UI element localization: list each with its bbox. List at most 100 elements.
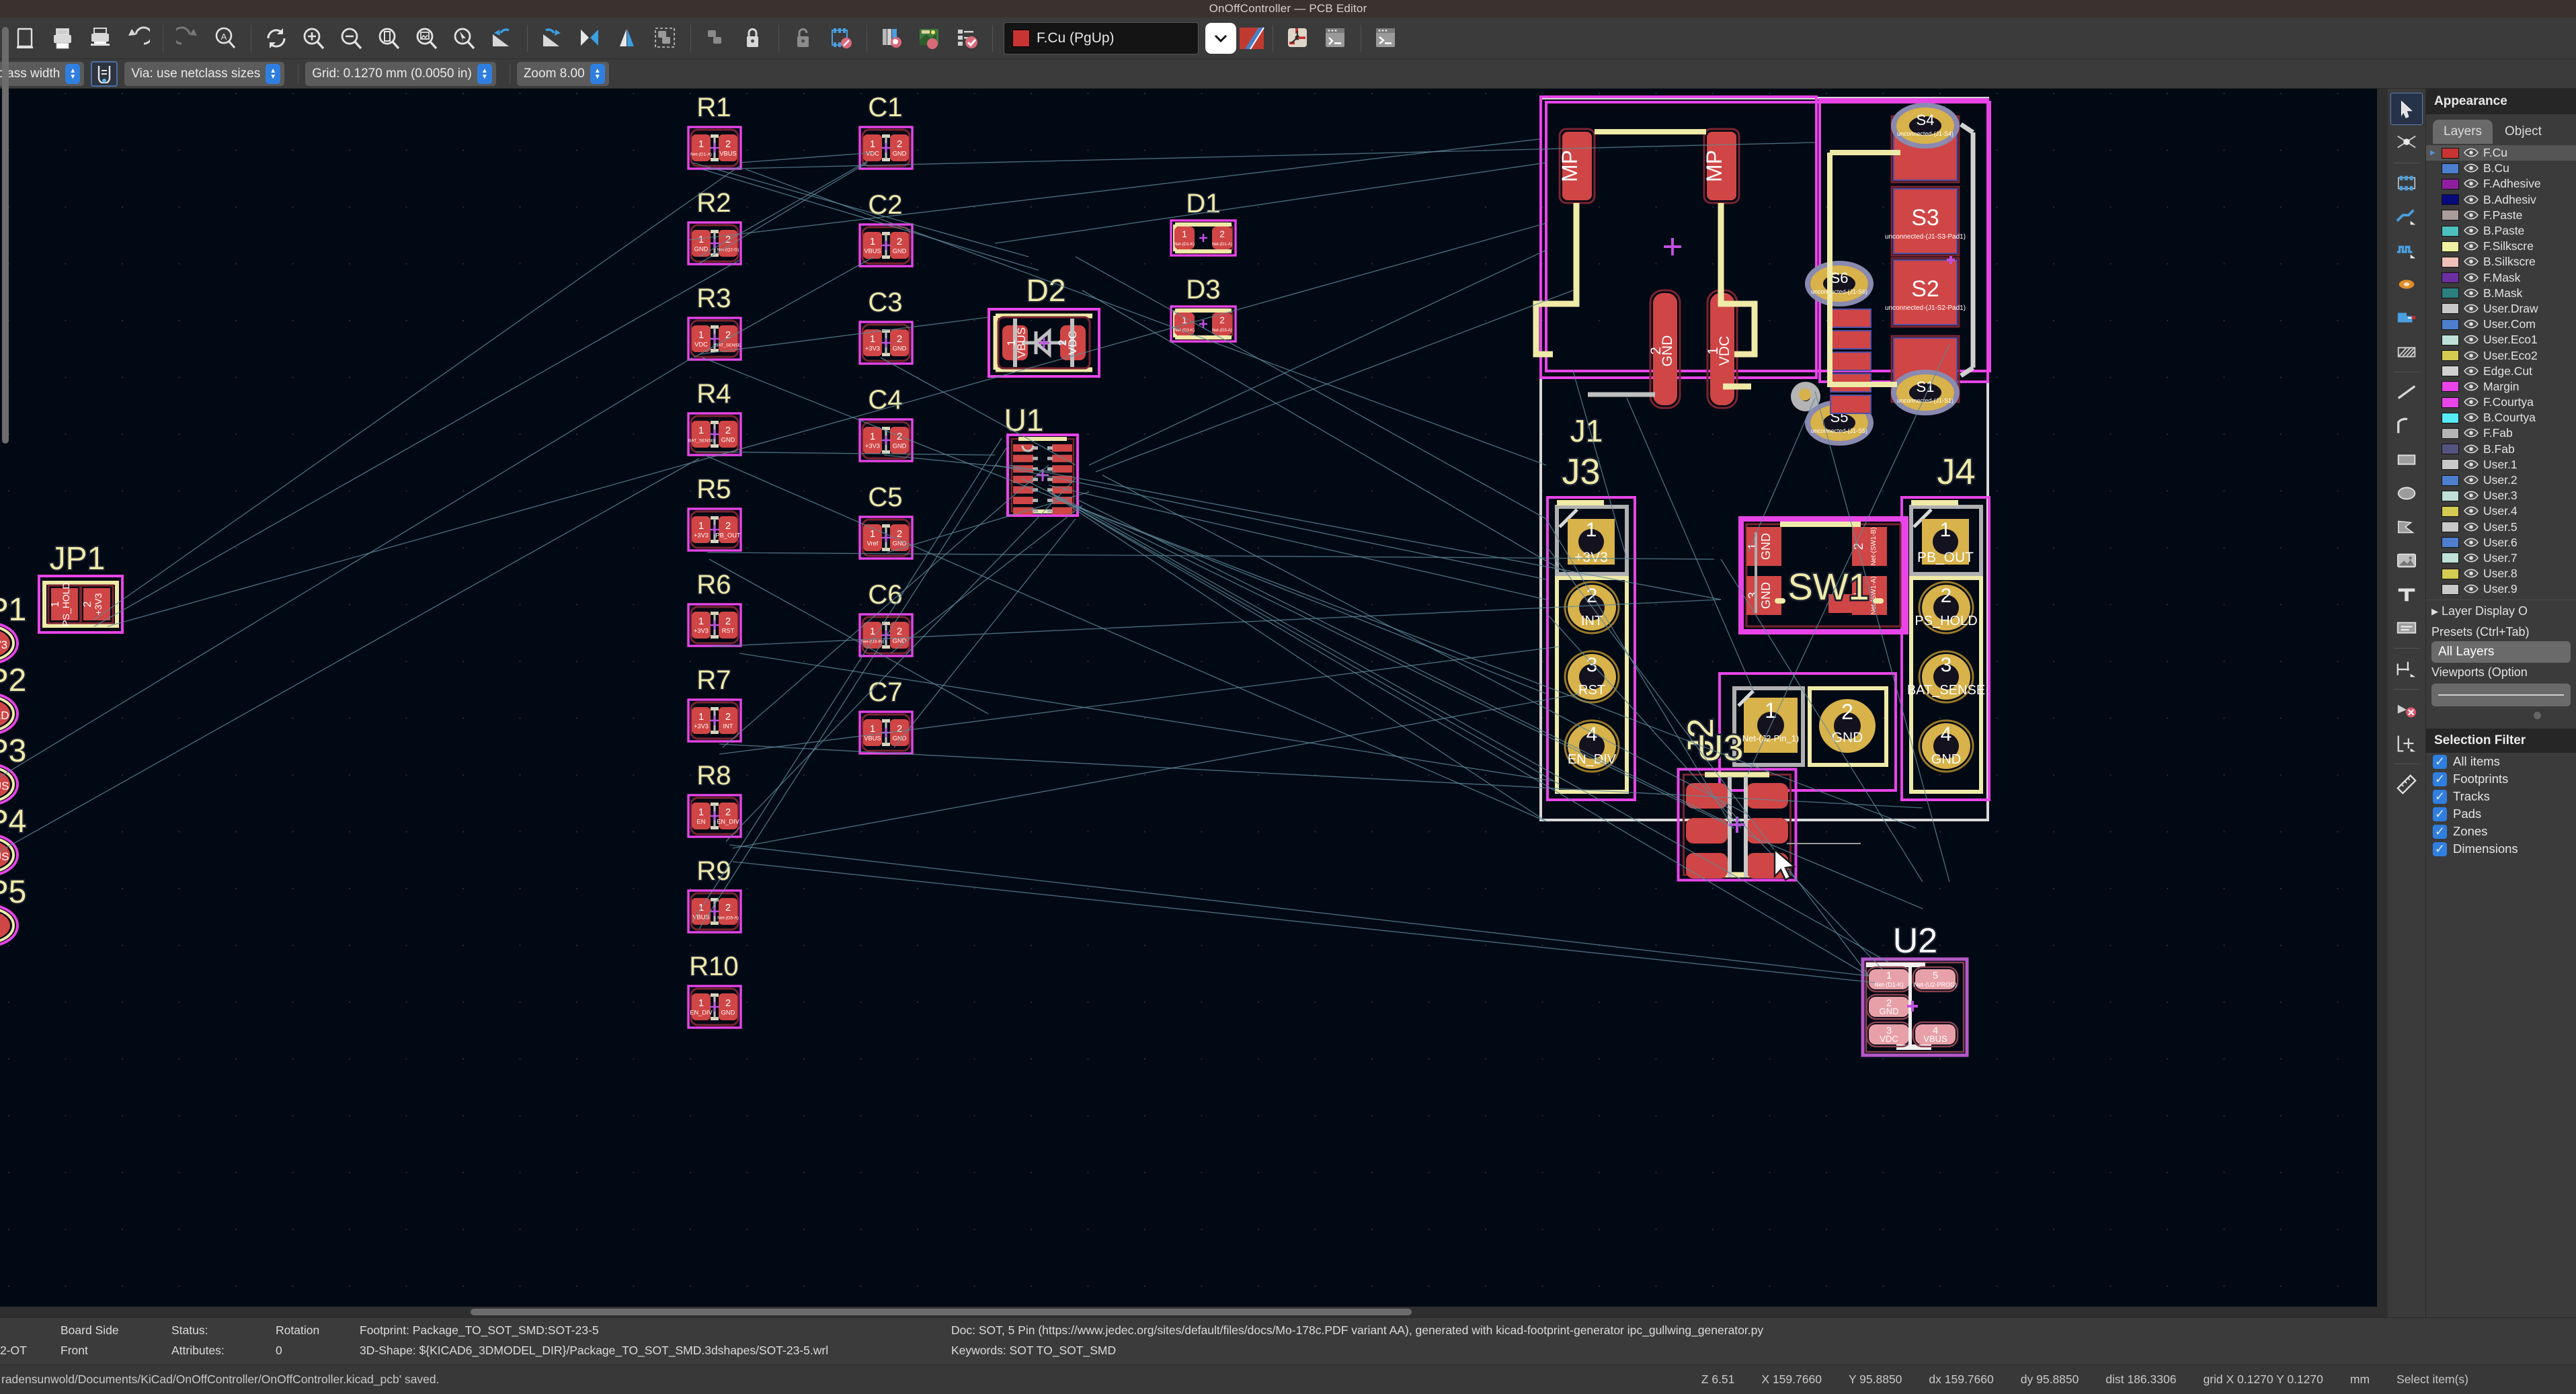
layer-row-margin[interactable]: Margin <box>2426 379 2576 395</box>
layer-color-swatch[interactable] <box>2442 583 2459 595</box>
eye-icon[interactable] <box>2464 351 2479 361</box>
canvas-vscroll-thumb[interactable] <box>2 27 9 444</box>
layer-row-b-silkscre[interactable]: B.Silkscre <box>2426 254 2576 270</box>
net-inspector-icon[interactable] <box>1318 20 1354 56</box>
redo-icon[interactable] <box>170 20 206 56</box>
footprint-JP1[interactable]: 1 PS_HOLD 2 +3V3 JP1 <box>38 540 124 634</box>
route-diffpair-tool[interactable] <box>2390 235 2423 267</box>
layer-display-options-toggle[interactable]: ▶ Layer Display O <box>2426 600 2576 622</box>
layer-color-swatch[interactable] <box>2442 568 2459 579</box>
active-layer-selector[interactable]: F.Cu (PgUp) <box>1004 22 1199 54</box>
via-size-spinner[interactable]: ▲ ▼ <box>266 63 281 84</box>
eye-icon[interactable] <box>2464 179 2479 189</box>
drc-icon[interactable] <box>949 20 985 56</box>
footprint-R2[interactable]: 1GND2Net-(Q2-G)R2 <box>687 187 742 265</box>
eye-icon[interactable] <box>2464 163 2479 173</box>
checkbox-zones[interactable]: ✓ <box>2433 824 2447 839</box>
checkbox-all-items[interactable]: ✓ <box>2433 754 2447 769</box>
footprint-P4[interactable]: BUS P4 <box>0 803 28 875</box>
eye-icon[interactable] <box>2464 210 2479 220</box>
layer-row-b-courtya[interactable]: B.Courtya <box>2426 410 2576 425</box>
grid-selector[interactable]: Grid: 0.1270 mm (0.0050 in) ▲ ▼ <box>305 61 496 86</box>
layer-row-user-draw[interactable]: User.Draw <box>2426 301 2576 317</box>
layer-row-b-paste[interactable]: B.Paste <box>2426 223 2576 239</box>
zoom-fit-page-icon[interactable] <box>371 20 407 56</box>
add-text-tool[interactable] <box>2390 578 2423 610</box>
select-tool[interactable] <box>2390 93 2423 125</box>
layer-row-user-1[interactable]: User.1 <box>2426 457 2576 473</box>
layer-row-user-com[interactable]: User.Com <box>2426 317 2576 332</box>
draw-arc-tool[interactable] <box>2390 410 2423 442</box>
flip-horizontal-icon[interactable] <box>572 20 608 56</box>
layer-color-swatch[interactable] <box>2442 194 2459 206</box>
eye-icon[interactable] <box>2464 304 2479 314</box>
footprint-R10[interactable]: 1EN_DIV 2GND R10 <box>687 950 742 1029</box>
footprint-R1[interactable]: 1 Net-(D1-A) 2VBUS R1 <box>687 91 742 170</box>
draw-circle-tool[interactable] <box>2390 477 2423 509</box>
footprint-P2[interactable]: OLD P2 <box>0 661 28 734</box>
footprint-P5[interactable]: P5 <box>0 873 28 946</box>
eye-icon[interactable] <box>2464 397 2479 407</box>
footprint-C6[interactable]: 1Net-(U3-IN)2GNDC6 <box>858 579 914 657</box>
eye-icon[interactable] <box>2464 444 2479 454</box>
layer-color-swatch[interactable] <box>2442 288 2459 299</box>
rotate-cw-icon[interactable] <box>534 20 571 56</box>
filter-row-all-items[interactable]: ✓ All items <box>2426 753 2576 770</box>
footprint-D2[interactable]: 1VBUS 2VDCD2 <box>988 272 1100 378</box>
tab-layers[interactable]: Layers <box>2433 120 2493 144</box>
eye-icon[interactable] <box>2464 148 2479 158</box>
draw-polygon-tool[interactable] <box>2390 511 2423 543</box>
layer-row-f-mask[interactable]: F.Mask <box>2426 270 2576 286</box>
print-icon[interactable] <box>44 20 81 56</box>
layer-row-user-eco2[interactable]: User.Eco2 <box>2426 347 2576 363</box>
layer-row-user-5[interactable]: User.5 <box>2426 520 2576 535</box>
ungroup-icon[interactable] <box>698 20 734 56</box>
zoom-spinner[interactable]: ▲ ▼ <box>590 63 605 84</box>
layer-row-b-mask[interactable]: B.Mask <box>2426 286 2576 301</box>
unlock-icon[interactable] <box>786 20 822 56</box>
footprint-R7[interactable]: 1+3V3 2INT R7 <box>687 664 742 743</box>
add-rule-area-tool[interactable] <box>2390 335 2423 368</box>
layer-row-user-6[interactable]: User.6 <box>2426 535 2576 550</box>
filter-row-tracks[interactable]: ✓ Tracks <box>2426 788 2576 805</box>
add-image-tool[interactable] <box>2390 544 2423 577</box>
layer-row-user-8[interactable]: User.8 <box>2426 566 2576 581</box>
zoom-selector[interactable]: Zoom 8.00 ▲ ▼ <box>516 61 609 86</box>
silk-J4[interactable]: J4 <box>1935 450 1977 494</box>
zoom-selection-icon[interactable] <box>446 20 483 56</box>
draw-line-tool[interactable] <box>2390 376 2423 409</box>
footprint-library-icon[interactable] <box>874 20 910 56</box>
grid-spinner[interactable]: ▲ ▼ <box>477 63 492 84</box>
footprint-R3[interactable]: 1VDC2BAT_SENSER3 <box>687 282 742 361</box>
layer-color-swatch[interactable] <box>2442 178 2459 190</box>
layer-row-f-fab[interactable]: F.Fab <box>2426 425 2576 441</box>
zoom-out-icon[interactable] <box>333 20 370 56</box>
footprint-R4[interactable]: 1 BAT_SENSE 2GND R4 <box>687 378 742 456</box>
footprint-D3[interactable]: 1Net-(D3-K)2Net-(D3-A)D3 <box>1170 274 1237 343</box>
eye-icon[interactable] <box>2464 413 2479 423</box>
footprint-R9[interactable]: 1VBUS2Net-(D5-A)R9 <box>687 855 742 934</box>
layer-row-f-silkscre[interactable]: F.Silkscre <box>2426 239 2576 254</box>
eye-icon[interactable] <box>2464 584 2479 594</box>
eye-icon[interactable] <box>2464 382 2479 392</box>
footprint-editor-icon[interactable] <box>823 20 860 56</box>
eye-icon[interactable] <box>2464 475 2479 485</box>
eye-icon[interactable] <box>2464 319 2479 329</box>
layer-color-swatch[interactable] <box>2442 225 2459 237</box>
layer-color-swatch[interactable] <box>2442 427 2459 439</box>
checkbox-pads[interactable]: ✓ <box>2433 807 2447 821</box>
add-via-tool[interactable] <box>2390 268 2423 300</box>
canvas-hscroll-thumb[interactable] <box>471 1309 1412 1315</box>
draw-rectangle-tool[interactable] <box>2390 444 2423 476</box>
checkbox-footprints[interactable]: ✓ <box>2433 772 2447 786</box>
measure-tool[interactable] <box>2390 768 2423 801</box>
layer-row-b-cu[interactable]: B.Cu <box>2426 161 2576 176</box>
eye-icon[interactable] <box>2464 569 2479 579</box>
layer-row-f-paste[interactable]: F.Paste <box>2426 208 2576 223</box>
group-icon[interactable] <box>647 20 684 56</box>
layer-color-swatch[interactable] <box>2442 210 2459 221</box>
layer-color-swatch[interactable] <box>2442 366 2459 377</box>
layer-color-swatch[interactable] <box>2442 381 2459 393</box>
layer-row-user-3[interactable]: User.3 <box>2426 488 2576 503</box>
layer-color-swatch[interactable] <box>2442 163 2459 174</box>
